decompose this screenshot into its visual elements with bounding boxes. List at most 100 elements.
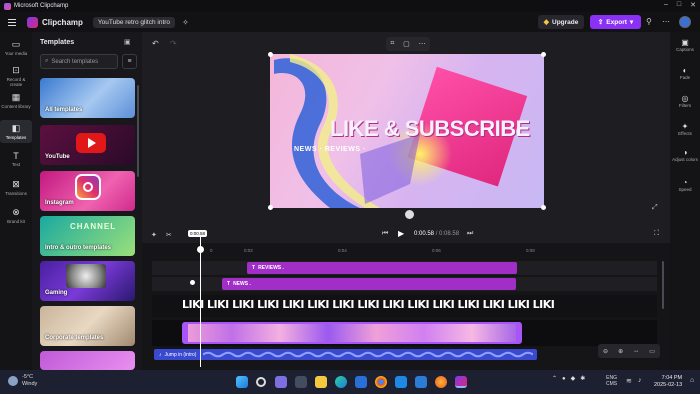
store-icon[interactable] [355,376,367,388]
rotate-handle-icon[interactable] [405,210,414,219]
edge-icon[interactable] [335,376,347,388]
panel-scrollbar[interactable] [137,85,139,177]
property-tab-filters[interactable]: ◎ Filters [670,94,700,108]
magic-wand-icon[interactable]: ✧ [182,18,189,27]
redo-icon[interactable]: ↷ [170,39,177,48]
caption-toggle-icon[interactable]: ▭ [649,348,655,355]
property-tab-effects[interactable]: ✦ Effects [670,122,700,136]
clock-time: 7:04 PM [661,375,683,381]
template-card-intro-outro[interactable]: CHANNEL Intro & outro templates [40,216,135,256]
resize-handle[interactable] [268,205,273,210]
avatar[interactable] [679,16,691,28]
firefox-icon[interactable] [435,376,447,388]
nav-item-templates[interactable]: ◧ Templates [0,120,32,143]
nav-item-brand-kit[interactable]: ⊗ Brand kit [0,204,32,227]
project-title-field[interactable]: YouTube retro glitch intro [92,16,176,28]
template-card-youtube[interactable]: YouTube [40,125,135,165]
zoom-out-icon[interactable]: ⊖ [603,348,608,355]
video-clip[interactable] [182,322,522,344]
timeline-ruler[interactable]: 0 0:02 0:04 0:06 0:08 [152,246,667,256]
clip-trim-handle[interactable] [516,324,520,342]
mail-icon[interactable] [395,376,407,388]
playhead-handle[interactable] [197,246,204,253]
audio-clip[interactable]: ♪ Jump in (intro) [154,349,537,360]
clock[interactable]: 7:04 PM 2025-02-13 [654,375,682,389]
template-card-more[interactable] [40,351,135,370]
volume-icon[interactable]: ♪ [638,377,642,384]
fit-timeline-icon[interactable]: ↔ [633,348,639,354]
fullscreen-expand-icon[interactable]: ⤢ [652,204,658,212]
close-button[interactable]: ✕ [690,1,696,9]
play-button[interactable]: ▶ [398,229,404,238]
skip-forward-icon[interactable]: ⏭ [467,230,473,238]
magic-tools-icon[interactable]: ✦ [151,231,157,239]
search-input[interactable]: ⌕ Search templates [40,54,118,69]
nav-item-your-media[interactable]: ▭ Your media [0,36,32,59]
property-tab-speed[interactable]: ◔ Speed [670,178,700,192]
playhead-time: 0:00.58 [188,230,208,237]
export-button[interactable]: ⇪ Export ▾ [590,15,641,29]
music-note-icon: ♪ [159,351,162,358]
minimize-button[interactable]: – [664,1,668,9]
shield-icon[interactable]: ◆ [571,375,576,382]
clipchamp-taskbar-icon[interactable] [455,376,467,388]
chrome-icon[interactable] [375,376,387,388]
text-clip-news[interactable]: T NEWS . [222,278,516,290]
resize-handle[interactable] [268,52,273,57]
fullscreen-icon[interactable]: ⛶ [654,230,659,238]
clip-trim-handle[interactable] [184,324,188,342]
nav-item-text[interactable]: T Text [0,148,32,170]
more-icon[interactable]: ⋯ [419,40,426,48]
export-icon: ⇪ [597,19,604,26]
split-icon[interactable]: ✂ [166,231,172,239]
card-label: All templates [45,107,83,113]
timeline-scrollbar[interactable] [662,261,664,309]
keyframe-dot[interactable] [190,280,195,285]
video-preview[interactable]: LIKE & SUBSCRIBE NEWS · REVIEWS · [270,54,544,208]
bluetooth-icon[interactable]: ✱ [580,375,585,382]
nav-item-content-library[interactable]: ▦ Content library [0,89,32,112]
filter-button[interactable]: ≡ [122,54,137,69]
chevron-up-icon[interactable]: ⌃ [552,375,557,382]
text-clip-reviews[interactable]: T REVIEWS . [247,262,517,274]
property-tab-fade[interactable]: ◐ Fade [670,66,700,80]
zoom-in-icon[interactable]: ⊕ [618,348,623,355]
language-indicator[interactable]: ENG CMS [606,375,617,387]
word-icon[interactable] [415,376,427,388]
tray-app-icon[interactable]: ● [562,376,566,382]
resize-handle[interactable] [541,205,546,210]
template-card-gaming[interactable]: Gaming [40,261,135,301]
windows-start-icon[interactable] [236,376,248,388]
fit-icon[interactable]: ▢ [403,40,410,48]
preview-headline: LIKE & SUBSCRIBE [330,116,530,141]
search-taskbar-icon[interactable] [256,377,266,387]
nav-label: Your media [4,51,28,56]
skip-back-icon[interactable]: ⏮ [382,230,388,238]
maximize-button[interactable]: □ [677,1,681,9]
nav-item-transitions[interactable]: ⊠ Transitions [0,176,32,199]
nav-item-record-create[interactable]: ⊡ Record & create [0,62,32,90]
task-view-icon[interactable] [295,376,307,388]
glitch-text-clip[interactable]: LIKI LIKI LIKI LIKI LIKI LIKI LIKI LIKI … [182,298,558,314]
file-explorer-icon[interactable] [315,376,327,388]
hamburger-menu-icon[interactable] [5,15,19,29]
notification-icon[interactable]: ⌂ [690,377,694,384]
wifi-icon[interactable]: ≋ [626,377,632,385]
undo-icon[interactable]: ↶ [152,39,159,48]
resize-handle[interactable] [541,52,546,57]
property-tab-captions[interactable]: ▣ Captions [670,38,700,52]
nav-label: Brand kit [7,219,25,224]
weather-widget[interactable]: -5°C Windy [8,374,37,388]
brand-kit-icon: ⊗ [12,207,20,217]
upgrade-button[interactable]: ◆ Upgrade [538,15,584,29]
template-card-corporate[interactable]: Corporate templates [40,306,135,346]
template-card-all[interactable]: All templates [40,78,135,118]
copilot-icon[interactable] [275,376,287,388]
playhead[interactable] [200,235,201,367]
crop-icon[interactable]: ⌗ [390,40,394,48]
collapse-panel-icon[interactable]: ▣ [124,38,131,46]
share-icon[interactable]: ⚲ [646,17,652,26]
template-card-instagram[interactable]: Instagram [40,171,135,211]
property-tab-adjust-colors[interactable]: ◑ Adjust colors [670,148,700,162]
more-options-icon[interactable]: ⋯ [662,17,670,26]
